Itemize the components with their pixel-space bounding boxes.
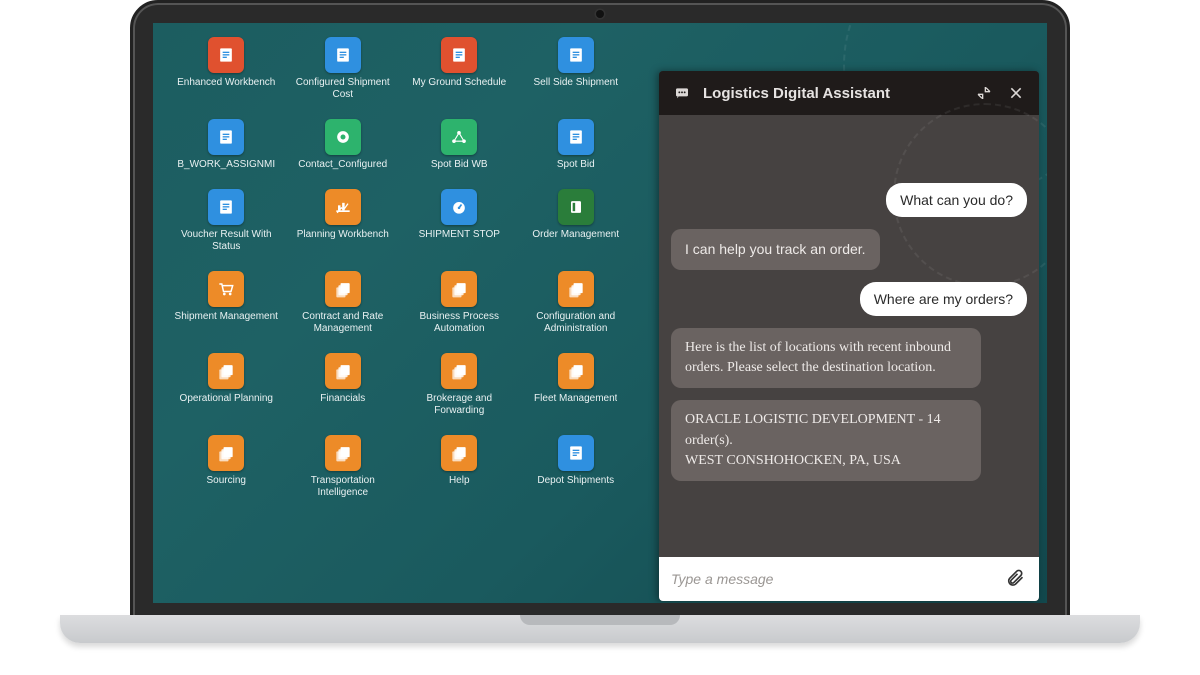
app-label: Fleet Management: [534, 393, 617, 405]
page-icon: [558, 37, 594, 73]
app-tile[interactable]: Spot Bid WB: [404, 119, 515, 171]
app-label: Contract and Rate Management: [290, 311, 396, 335]
app-tile[interactable]: B_WORK_ASSIGNMI: [171, 119, 282, 171]
app-tile[interactable]: Operational Planning: [171, 353, 282, 417]
nodes-icon: [441, 119, 477, 155]
app-grid: Enhanced Workbench Configured Shipment Co…: [171, 37, 631, 499]
app-label: B_WORK_ASSIGNMI: [177, 159, 275, 171]
app-tile[interactable]: Enhanced Workbench: [171, 37, 282, 101]
stack-icon: [441, 435, 477, 471]
laptop-notch: [520, 615, 680, 625]
page-icon: [558, 119, 594, 155]
app-tile[interactable]: Contact_Configured: [288, 119, 399, 171]
app-tile[interactable]: Order Management: [521, 189, 632, 253]
app-label: Spot Bid WB: [431, 159, 488, 171]
app-tile[interactable]: Voucher Result With Status: [171, 189, 282, 253]
stack-icon: [208, 435, 244, 471]
app-label: Spot Bid: [557, 159, 595, 171]
app-tile[interactable]: Financials: [288, 353, 399, 417]
app-tile[interactable]: Shipment Management: [171, 271, 282, 335]
app-tile[interactable]: Brokerage and Forwarding: [404, 353, 515, 417]
screen: Enhanced Workbench Configured Shipment Co…: [153, 23, 1047, 603]
app-label: SHIPMENT STOP: [419, 229, 500, 241]
stack-icon: [325, 353, 361, 389]
gauge-icon: [441, 189, 477, 225]
page-icon: [208, 37, 244, 73]
app-label: My Ground Schedule: [412, 77, 506, 89]
attach-icon[interactable]: [1005, 568, 1027, 590]
stack-icon: [441, 271, 477, 307]
app-tile[interactable]: Sourcing: [171, 435, 282, 499]
user-message: Where are my orders?: [860, 282, 1027, 316]
stack-icon: [325, 271, 361, 307]
cart-icon: [208, 271, 244, 307]
page-icon: [208, 119, 244, 155]
app-label: Voucher Result With Status: [173, 229, 279, 253]
app-tile[interactable]: SHIPMENT STOP: [404, 189, 515, 253]
app-label: Sourcing: [207, 475, 246, 487]
ring-icon: [558, 189, 594, 225]
app-label: Configuration and Administration: [523, 311, 629, 335]
chart-icon: [325, 189, 361, 225]
chat-body: What can you do?I can help you track an …: [659, 115, 1039, 557]
camera-dot: [596, 10, 604, 18]
app-tile[interactable]: Fleet Management: [521, 353, 632, 417]
app-tile[interactable]: Configured Shipment Cost: [288, 37, 399, 101]
stack-icon: [208, 353, 244, 389]
app-label: Financials: [320, 393, 365, 405]
app-label: Planning Workbench: [297, 229, 389, 241]
app-label: Operational Planning: [180, 393, 273, 405]
laptop-frame: Enhanced Workbench Configured Shipment Co…: [130, 0, 1070, 620]
app-tile[interactable]: Contract and Rate Management: [288, 271, 399, 335]
app-tile[interactable]: Help: [404, 435, 515, 499]
chat-title: Logistics Digital Assistant: [703, 85, 963, 102]
bot-message[interactable]: Here is the list of locations with recen…: [671, 328, 981, 389]
chat-input[interactable]: [671, 571, 997, 587]
chat-input-bar: [659, 557, 1039, 601]
app-label: Help: [449, 475, 470, 487]
stack-icon: [558, 271, 594, 307]
app-label: Depot Shipments: [537, 475, 614, 487]
app-label: Shipment Management: [175, 311, 278, 323]
app-label: Sell Side Shipment: [534, 77, 619, 89]
app-tile[interactable]: Sell Side Shipment: [521, 37, 632, 101]
app-label: Business Process Automation: [406, 311, 512, 335]
stack-icon: [558, 353, 594, 389]
gear-icon: [325, 119, 361, 155]
user-message: What can you do?: [886, 183, 1027, 217]
app-label: Order Management: [532, 229, 619, 241]
chat-logo-icon: [671, 82, 693, 104]
app-label: Brokerage and Forwarding: [406, 393, 512, 417]
page-icon: [325, 37, 361, 73]
app-tile[interactable]: Transportation Intelligence: [288, 435, 399, 499]
chat-header: Logistics Digital Assistant: [659, 71, 1039, 115]
app-tile[interactable]: Spot Bid: [521, 119, 632, 171]
laptop-base: [60, 615, 1140, 643]
app-tile[interactable]: Configuration and Administration: [521, 271, 632, 335]
close-icon[interactable]: [1005, 82, 1027, 104]
page-icon: [441, 37, 477, 73]
app-label: Configured Shipment Cost: [290, 77, 396, 101]
stack-icon: [325, 435, 361, 471]
app-tile[interactable]: Planning Workbench: [288, 189, 399, 253]
chat-panel: Logistics Digital Assistant What can you…: [659, 71, 1039, 601]
app-label: Enhanced Workbench: [177, 77, 275, 89]
app-tile[interactable]: Depot Shipments: [521, 435, 632, 499]
app-tile[interactable]: Business Process Automation: [404, 271, 515, 335]
minimize-icon[interactable]: [973, 82, 995, 104]
stack-icon: [441, 353, 477, 389]
app-label: Contact_Configured: [298, 159, 387, 171]
bot-message[interactable]: I can help you track an order.: [671, 229, 880, 269]
bot-message[interactable]: ORACLE LOGISTIC DEVELOPMENT - 14 order(s…: [671, 400, 981, 481]
page-icon: [558, 435, 594, 471]
page-icon: [208, 189, 244, 225]
app-tile[interactable]: My Ground Schedule: [404, 37, 515, 101]
app-label: Transportation Intelligence: [290, 475, 396, 499]
